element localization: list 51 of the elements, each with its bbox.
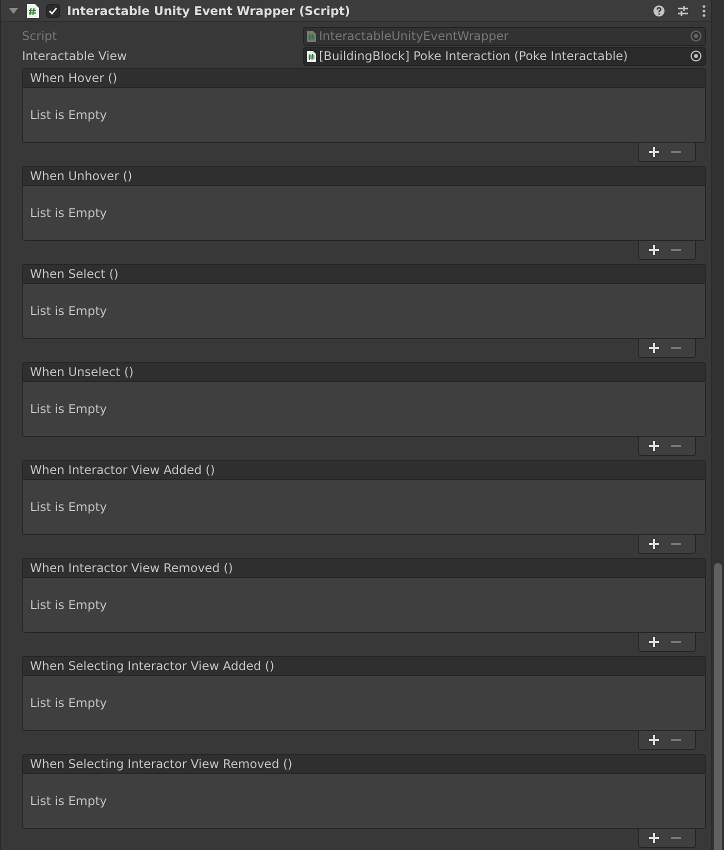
field-value: [BuildingBlock] Poke Interaction (Poke Interactable) [319, 49, 628, 63]
field-label: Script [22, 29, 58, 43]
empty-list-text: List is Empty [30, 500, 107, 514]
scrollbar-thumb[interactable] [714, 563, 722, 850]
scrollbar[interactable] [711, 0, 724, 850]
add-button[interactable] [647, 145, 661, 159]
settings-icon[interactable] [677, 4, 689, 16]
field-value: InteractableUnityEventWrapper [319, 29, 509, 43]
plus-icon [649, 833, 659, 843]
event-title: When Unselect () [30, 365, 134, 379]
event-title: When Selecting Interactor View Removed () [30, 757, 292, 771]
plus-icon [649, 441, 659, 451]
event-title: When Hover () [30, 71, 118, 85]
add-button[interactable] [647, 537, 661, 551]
checkmark-icon [48, 6, 58, 16]
enabled-checkbox[interactable] [46, 4, 60, 18]
empty-list-text: List is Empty [30, 402, 107, 416]
add-button[interactable] [647, 733, 661, 747]
more-icon[interactable] [701, 4, 707, 16]
help-icon[interactable] [653, 4, 665, 16]
plus-icon [649, 539, 659, 549]
event-title: When Selecting Interactor View Added () [30, 659, 274, 673]
empty-list-text: List is Empty [30, 206, 107, 220]
triangle-icon [9, 6, 18, 15]
add-button[interactable] [647, 243, 661, 257]
empty-list-text: List is Empty [30, 108, 107, 122]
event-title: When Unhover () [30, 169, 132, 183]
event-title: When Interactor View Added () [30, 463, 215, 477]
add-button[interactable] [647, 831, 661, 845]
field-label: Interactable View [22, 49, 128, 63]
add-button[interactable] [647, 439, 661, 453]
script-icon [27, 4, 39, 18]
event-title: When Select () [30, 267, 118, 281]
add-button[interactable] [647, 341, 661, 355]
script-icon [307, 50, 316, 62]
empty-list-text: List is Empty [30, 696, 107, 710]
add-button[interactable] [647, 635, 661, 649]
plus-icon [649, 245, 659, 255]
plus-icon [649, 637, 659, 647]
object-field[interactable]: [BuildingBlock] Poke Interaction (Poke Interactable) [303, 46, 706, 66]
script-icon [307, 30, 316, 42]
plus-icon [649, 343, 659, 353]
target-icon[interactable] [690, 50, 702, 62]
plus-icon [649, 735, 659, 745]
empty-list-text: List is Empty [30, 598, 107, 612]
component-title: Interactable Unity Event Wrapper (Script) [67, 4, 350, 18]
empty-list-text: List is Empty [30, 794, 107, 808]
plus-icon [649, 147, 659, 157]
event-title: When Interactor View Removed () [30, 561, 233, 575]
empty-list-text: List is Empty [30, 304, 107, 318]
foldout-toggle[interactable] [9, 6, 21, 15]
